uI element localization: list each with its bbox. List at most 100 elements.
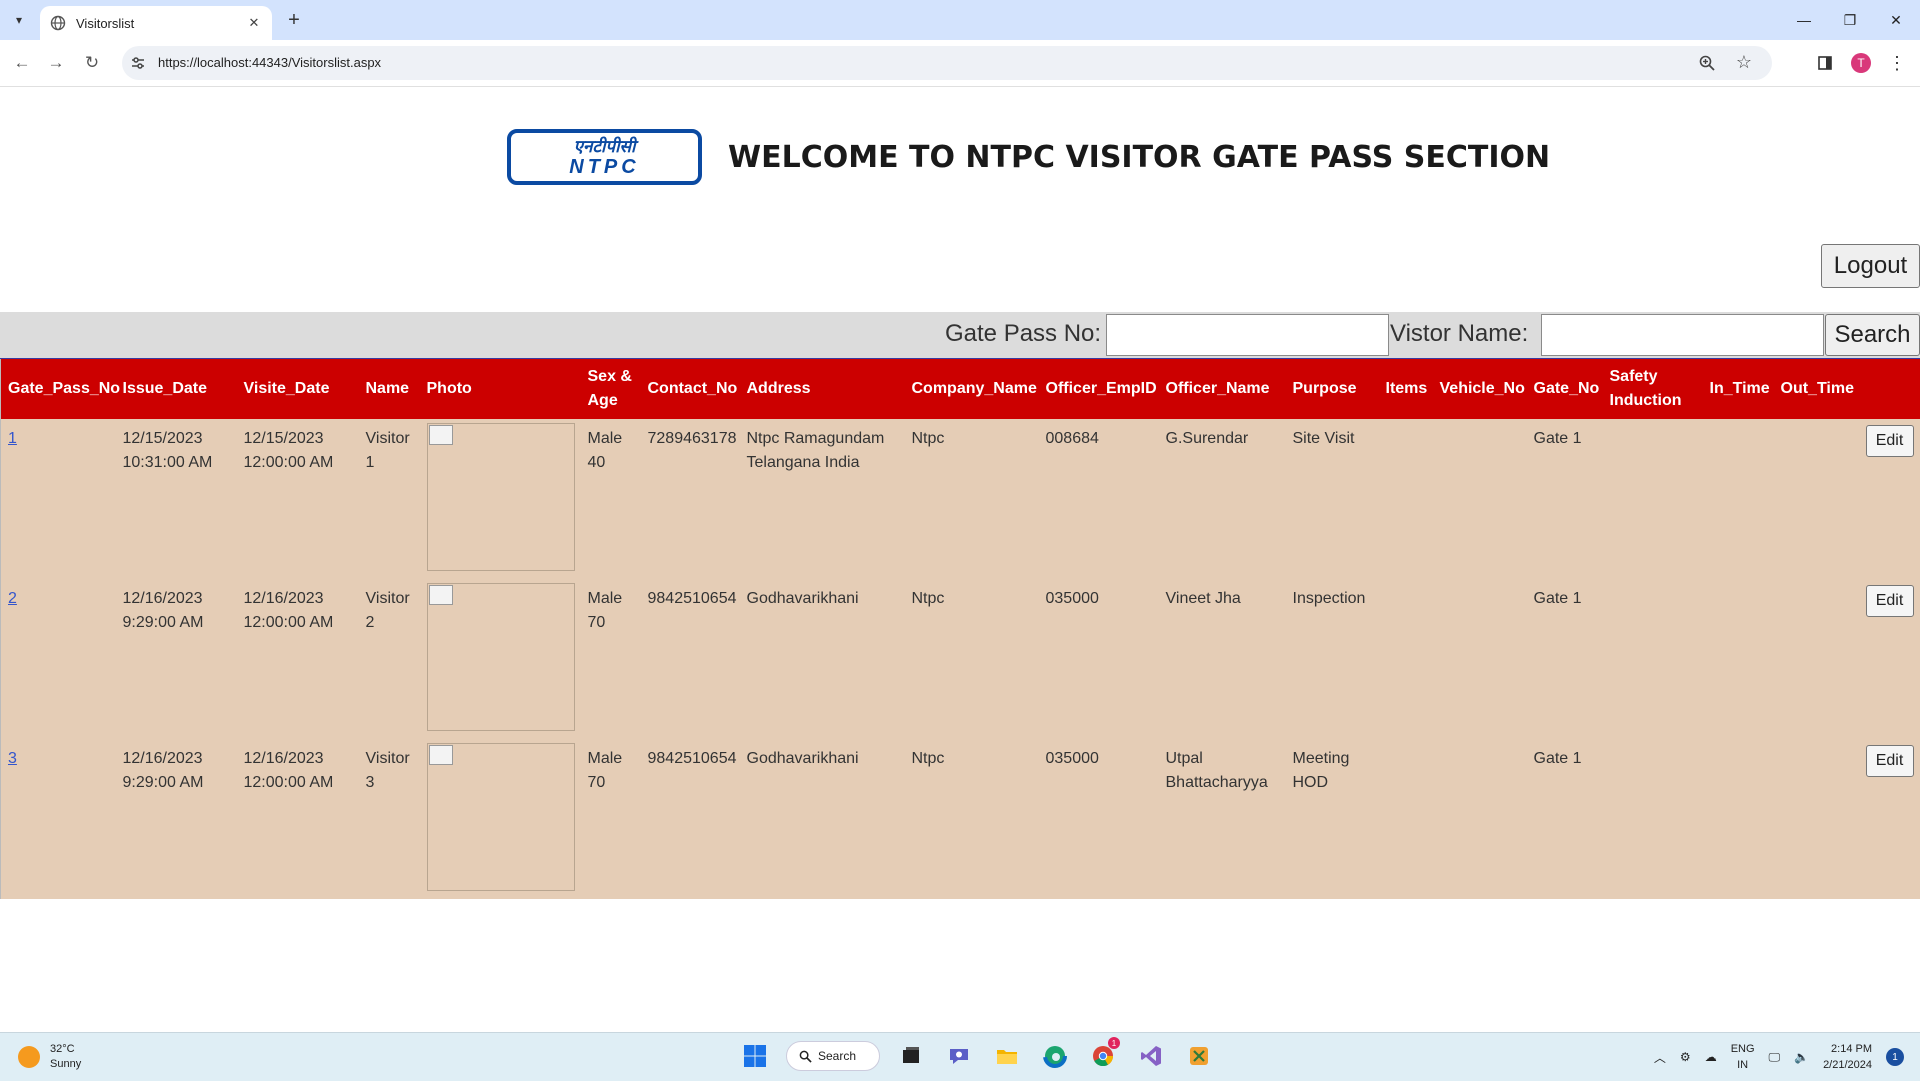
broken-image-icon <box>429 425 453 445</box>
cell-items <box>1379 739 1433 899</box>
address-bar[interactable]: https://localhost:44343/Visitorslist.asp… <box>122 46 1772 80</box>
page-title: WELCOME TO NTPC VISITOR GATE PASS SECTIO… <box>728 140 1550 175</box>
visual-studio-icon[interactable] <box>1134 1039 1168 1073</box>
weather-widget[interactable]: 32°C Sunny <box>18 1042 81 1072</box>
table-row: 2 12/16/2023 9:29:00 AM 12/16/2023 12:00… <box>1 579 1920 739</box>
cell-photo <box>420 419 581 579</box>
snipping-tool-icon[interactable] <box>1182 1039 1216 1073</box>
side-panel-icon[interactable] <box>1814 52 1836 74</box>
zoom-icon[interactable] <box>1698 54 1716 72</box>
tab-search-chevron-icon[interactable]: ▾ <box>6 8 32 32</box>
cell-purpose: Site Visit <box>1286 419 1379 579</box>
gate-pass-link[interactable]: 2 <box>8 590 17 607</box>
chrome-browser-icon[interactable]: 1 <box>1086 1039 1120 1073</box>
col-header: Visite_Date <box>237 359 359 420</box>
restore-icon[interactable]: ❐ <box>1830 8 1870 32</box>
cell-sex-age: Male 70 <box>581 579 641 739</box>
forward-icon[interactable]: → <box>44 51 68 75</box>
new-tab-icon[interactable]: + <box>282 9 306 31</box>
minimize-icon[interactable]: — <box>1784 8 1824 32</box>
task-view-icon[interactable] <box>894 1039 928 1073</box>
search-button[interactable]: Search <box>1825 314 1920 356</box>
chevron-up-icon[interactable]: ︿ <box>1654 1049 1666 1066</box>
cell-gate-no: Gate 1 <box>1527 579 1603 739</box>
taskbar-search[interactable]: Search <box>786 1041 880 1071</box>
cell-gate-no: Gate 1 <box>1527 739 1603 899</box>
site-info-icon[interactable] <box>130 55 146 71</box>
cell-contact-no: 9842510654 <box>641 739 740 899</box>
table-row: 3 12/16/2023 9:29:00 AM 12/16/2023 12:00… <box>1 739 1920 899</box>
broken-image-icon <box>429 585 453 605</box>
teams-chat-icon[interactable] <box>942 1039 976 1073</box>
cell-officer-name: Vineet Jha <box>1159 579 1286 739</box>
cell-officer-empid: 008684 <box>1039 419 1159 579</box>
cell-officer-name: Utpal Bhattacharyya <box>1159 739 1286 899</box>
col-header: Officer_EmpID <box>1039 359 1159 420</box>
col-header: Address <box>740 359 905 420</box>
lang-bottom: IN <box>1731 1057 1755 1073</box>
cell-contact-no: 9842510654 <box>641 579 740 739</box>
onedrive-cloud-icon[interactable]: ☁ <box>1705 1050 1717 1064</box>
display-icon[interactable]: 🖵 <box>1769 1050 1781 1065</box>
windows-taskbar: 32°C Sunny Search 1 <box>0 1032 1920 1081</box>
back-icon[interactable]: ← <box>10 51 34 75</box>
cell-items <box>1379 579 1433 739</box>
taskbar-search-label: Search <box>818 1049 856 1063</box>
reload-icon[interactable]: ↻ <box>80 51 104 75</box>
col-header <box>1854 359 1920 420</box>
edit-button[interactable]: Edit <box>1866 585 1914 617</box>
gate-pass-label: Gate Pass No: <box>945 320 1101 348</box>
speaker-icon[interactable]: 🔈 <box>1794 1050 1809 1064</box>
cell-edit: Edit <box>1854 739 1920 899</box>
url-text: https://localhost:44343/Visitorslist.asp… <box>158 55 381 70</box>
cell-officer-name: G.Surendar <box>1159 419 1286 579</box>
gate-pass-link[interactable]: 3 <box>8 750 17 767</box>
browser-tab-strip: ▾ Visitorslist ✕ + — ❐ ✕ <box>0 0 1920 40</box>
visitor-name-label: Vistor Name: <box>1390 320 1528 348</box>
file-explorer-icon[interactable] <box>990 1039 1024 1073</box>
broken-image-icon <box>429 745 453 765</box>
edit-button[interactable]: Edit <box>1866 425 1914 457</box>
cell-vehicle-no <box>1433 739 1527 899</box>
visitor-photo <box>427 583 575 731</box>
cell-issue-date: 12/15/2023 10:31:00 AM <box>116 419 237 579</box>
menu-kebab-icon[interactable]: ⋮ <box>1886 52 1908 74</box>
close-window-icon[interactable]: ✕ <box>1876 8 1916 32</box>
visitor-photo <box>427 743 575 891</box>
cell-purpose: Inspection <box>1286 579 1379 739</box>
network-app-icon[interactable]: ⚙ <box>1680 1050 1691 1064</box>
system-tray: ︿ ⚙ ☁ ENG IN 🖵 🔈 2:14 PM 2/21/2024 1 <box>1654 1041 1904 1073</box>
cell-photo <box>420 579 581 739</box>
table-row: 1 12/15/2023 10:31:00 AM 12/15/2023 12:0… <box>1 419 1920 579</box>
edge-browser-icon[interactable] <box>1038 1039 1072 1073</box>
notification-badge[interactable]: 1 <box>1886 1048 1904 1066</box>
windows-start-icon[interactable] <box>738 1039 772 1073</box>
table-header-row: Gate_Pass_No Issue_Date Visite_Date Name… <box>1 359 1920 420</box>
bookmark-star-icon[interactable]: ☆ <box>1736 52 1752 73</box>
close-tab-icon[interactable]: ✕ <box>244 13 264 33</box>
browser-tab[interactable]: Visitorslist ✕ <box>40 6 272 40</box>
gate-pass-input[interactable] <box>1106 314 1389 356</box>
visitor-name-input[interactable] <box>1541 314 1824 356</box>
col-header: Out_Time <box>1774 359 1854 420</box>
cell-items <box>1379 419 1433 579</box>
logout-button[interactable]: Logout <box>1821 244 1920 288</box>
edit-button[interactable]: Edit <box>1866 745 1914 777</box>
clock[interactable]: 2:14 PM 2/21/2024 <box>1823 1041 1872 1073</box>
cell-edit: Edit <box>1854 579 1920 739</box>
cell-gate-pass-no: 1 <box>1 419 116 579</box>
gate-pass-link[interactable]: 1 <box>8 430 17 447</box>
cell-gate-pass-no: 2 <box>1 579 116 739</box>
col-header: Purpose <box>1286 359 1379 420</box>
cell-out-time <box>1774 419 1854 579</box>
visitors-table-wrap: Gate_Pass_No Issue_Date Visite_Date Name… <box>0 358 1920 899</box>
language-indicator[interactable]: ENG IN <box>1731 1041 1755 1073</box>
cell-safety-induction <box>1603 579 1703 739</box>
cell-company-name: Ntpc <box>905 739 1039 899</box>
profile-avatar[interactable]: T <box>1850 52 1872 74</box>
cell-address: Ntpc Ramagundam Telangana India <box>740 419 905 579</box>
col-header: Officer_Name <box>1159 359 1286 420</box>
cell-out-time <box>1774 739 1854 899</box>
weather-desc: Sunny <box>50 1057 81 1072</box>
sun-icon <box>18 1046 40 1068</box>
